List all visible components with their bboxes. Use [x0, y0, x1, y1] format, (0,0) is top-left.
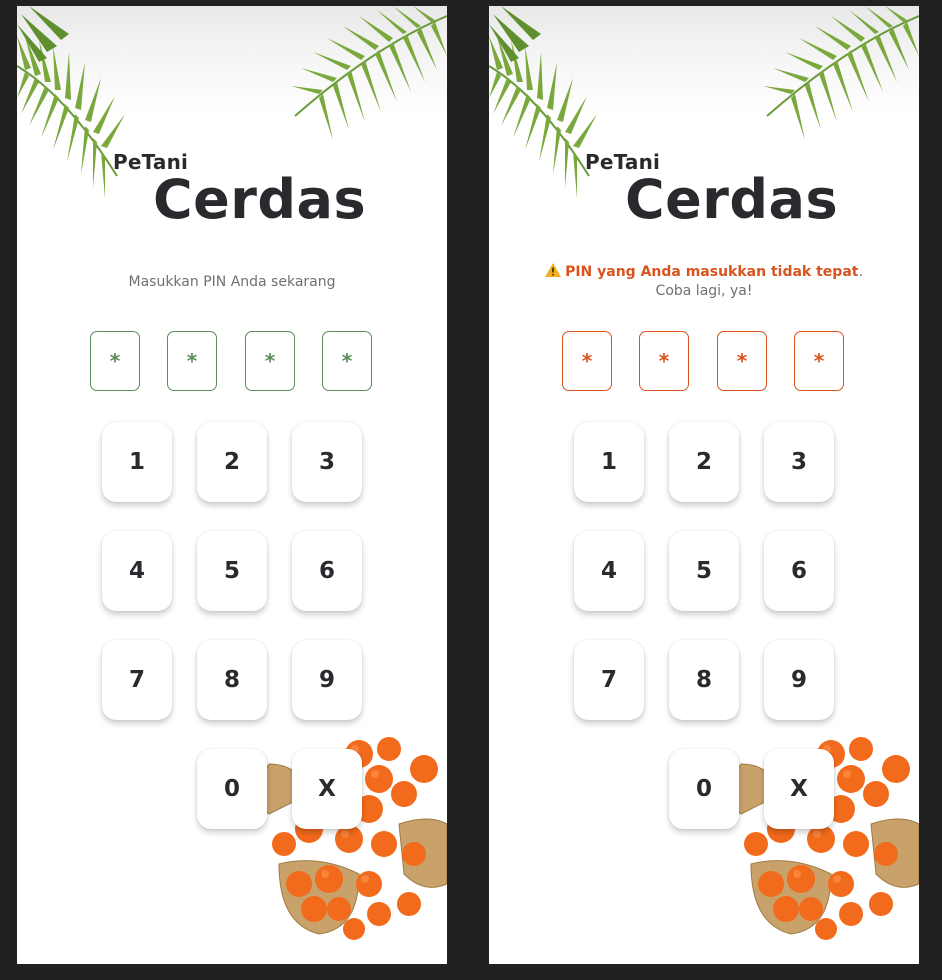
keypad-7[interactable]: 7 — [102, 640, 172, 720]
pin-screen-default: PeTani Cerdas Masukkan PIN Anda sekarang… — [17, 6, 447, 964]
pin-digit-1[interactable]: * — [562, 331, 612, 391]
pin-digit-1[interactable]: * — [90, 331, 140, 391]
keypad-2[interactable]: 2 — [197, 422, 267, 502]
keypad-0[interactable]: 0 — [197, 749, 267, 829]
keypad-clear-button[interactable]: X — [764, 749, 834, 829]
top-background — [17, 6, 447, 116]
keypad-3[interactable]: 3 — [764, 422, 834, 502]
keypad-2[interactable]: 2 — [669, 422, 739, 502]
pin-digit-4[interactable]: * — [322, 331, 372, 391]
pin-digit-2[interactable]: * — [167, 331, 217, 391]
pin-prompt: Masukkan PIN Anda sekarang — [128, 274, 336, 290]
pin-digit-3[interactable]: * — [245, 331, 295, 391]
keypad-9[interactable]: 9 — [764, 640, 834, 720]
brand-cerdas: Cerdas — [153, 168, 367, 231]
keypad-5[interactable]: 5 — [669, 531, 739, 611]
keypad-4[interactable]: 4 — [102, 531, 172, 611]
keypad-4[interactable]: 4 — [574, 531, 644, 611]
warning-icon — [545, 263, 562, 277]
keypad-1[interactable]: 1 — [574, 422, 644, 502]
keypad-8[interactable]: 8 — [197, 640, 267, 720]
keypad-8[interactable]: 8 — [669, 640, 739, 720]
brand-cerdas: Cerdas — [625, 168, 839, 231]
keypad-6[interactable]: 6 — [292, 531, 362, 611]
top-background — [489, 6, 919, 116]
error-message-strong: PIN yang Anda masukkan tidak tepat — [565, 264, 859, 280]
pin-input-row: * * * * — [17, 331, 447, 393]
keypad-3[interactable]: 3 — [292, 422, 362, 502]
keypad-1[interactable]: 1 — [102, 422, 172, 502]
pin-input-row: * * * * — [489, 331, 919, 393]
pin-error-message: PIN yang Anda masukkan tidak tepat. Coba… — [529, 263, 879, 301]
keypad-clear-button[interactable]: X — [292, 749, 362, 829]
pin-digit-3[interactable]: * — [717, 331, 767, 391]
pin-screen-error: PeTani Cerdas PIN yang Anda masukkan tid… — [489, 6, 919, 964]
keypad-9[interactable]: 9 — [292, 640, 362, 720]
pin-digit-2[interactable]: * — [639, 331, 689, 391]
keypad-7[interactable]: 7 — [574, 640, 644, 720]
keypad-0[interactable]: 0 — [669, 749, 739, 829]
pin-digit-4[interactable]: * — [794, 331, 844, 391]
keypad-6[interactable]: 6 — [764, 531, 834, 611]
keypad-5[interactable]: 5 — [197, 531, 267, 611]
